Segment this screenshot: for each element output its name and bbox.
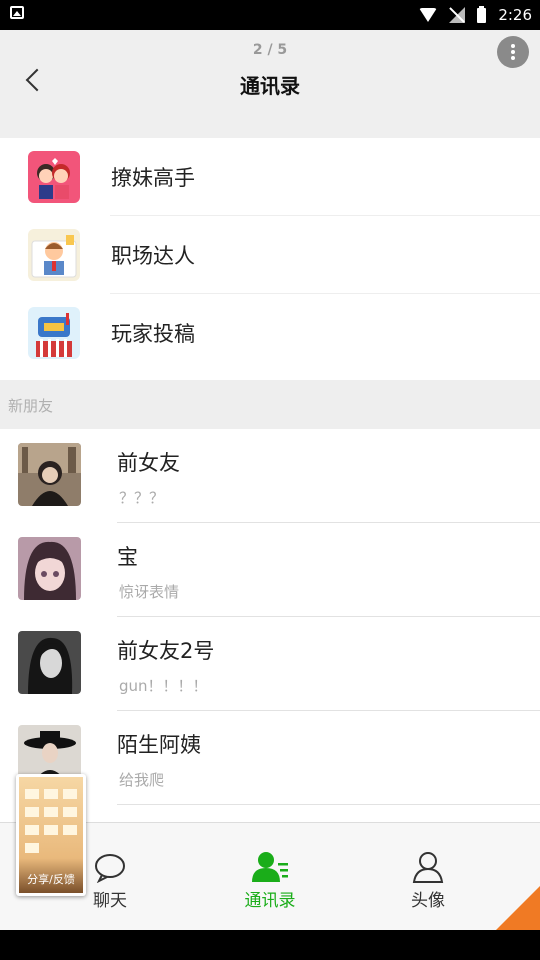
avatar (18, 443, 81, 506)
friend-row[interactable]: 前女友2号 gun！！！！ (0, 617, 540, 711)
friend-row[interactable]: 宝 惊讶表情 (0, 523, 540, 617)
contact-item-label: 撩妹高手 (111, 166, 195, 190)
status-bar: 2:26 (0, 0, 540, 30)
friend-row[interactable]: 前女友 ？？？ (0, 429, 540, 523)
office-worker-icon (28, 229, 80, 281)
tab-label: 通讯录 (244, 891, 296, 911)
friend-name: 前女友2号 (117, 639, 215, 663)
couple-icon (28, 151, 80, 203)
mailbox-icon (28, 307, 80, 359)
contacts-screen: 2 / 5 通讯录 撩妹高手 职场达人 玩家投稿 新朋友 前女友 ？？？ 宝 惊… (0, 30, 540, 930)
contact-item-flirt-master[interactable]: 撩妹高手 (0, 138, 540, 216)
more-options-button[interactable] (497, 36, 529, 68)
contact-item-workplace-pro[interactable]: 职场达人 (0, 216, 540, 294)
tab-label: 头像 (411, 891, 445, 911)
contact-item-player-submissions[interactable]: 玩家投稿 (0, 294, 540, 372)
image-notification-icon (10, 6, 24, 19)
chat-bubble-icon (95, 854, 125, 883)
page-indicator: 2 / 5 (252, 42, 288, 58)
friend-name: 前女友 (117, 451, 180, 475)
corner-decoration (496, 886, 540, 930)
contact-item-label: 玩家投稿 (111, 322, 195, 346)
battery-icon (477, 5, 487, 23)
top-header: 2 / 5 通讯录 (0, 30, 540, 138)
friend-message: 给我爬 (119, 771, 165, 789)
friend-message: 惊讶表情 (119, 583, 180, 601)
section-label: 新朋友 (8, 397, 54, 415)
page-title: 通讯录 (240, 74, 300, 98)
friend-name: 陌生阿姨 (117, 733, 201, 757)
tab-avatar[interactable]: 头像 (358, 823, 498, 930)
friend-name: 宝 (117, 545, 138, 569)
avatar (18, 631, 81, 694)
section-header-new-friends: 新朋友 (0, 380, 540, 429)
status-time: 2:26 (498, 6, 532, 24)
no-signal-icon (449, 7, 466, 23)
share-feedback-caption: 分享/反馈 (27, 873, 75, 886)
wifi-icon (419, 8, 438, 22)
friend-message: gun！！！！ (119, 677, 208, 695)
avatar (18, 537, 81, 600)
contact-item-label: 职场达人 (111, 244, 195, 268)
tab-contacts[interactable]: 通讯录 (200, 823, 340, 930)
person-icon (412, 852, 444, 883)
contacts-icon (252, 852, 288, 882)
friend-message: ？？？ (119, 489, 165, 507)
share-feedback-floating-button[interactable]: 分享/反馈 (16, 774, 86, 896)
